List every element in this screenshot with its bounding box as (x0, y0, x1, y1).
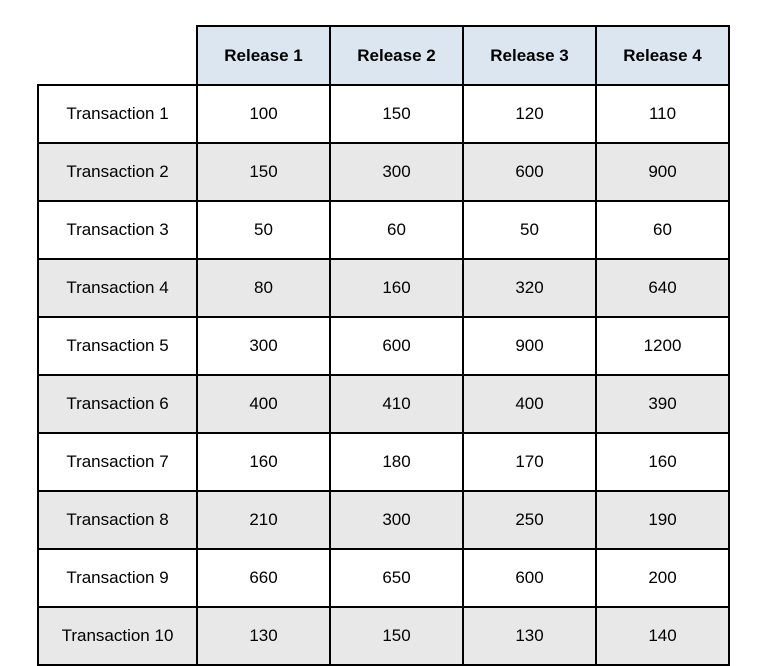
header-row: Release 1 Release 2 Release 3 Release 4 (38, 25, 730, 86)
row-header-label: Transaction 10 (37, 606, 198, 666)
table-header: Release 1 Release 2 Release 3 Release 4 (38, 25, 730, 86)
table-cell: 170 (462, 432, 597, 492)
row-header-label: Transaction 9 (37, 548, 198, 608)
table-cell: 390 (595, 374, 730, 434)
table-row: Transaction 6 400 410 400 390 (37, 374, 730, 434)
table-cell: 160 (595, 432, 730, 492)
table-row: Transaction 10 130 150 130 140 (37, 606, 730, 666)
table-cell: 300 (329, 490, 464, 550)
table-row: Transaction 4 80 160 320 640 (37, 258, 730, 318)
table-cell: 300 (196, 316, 331, 376)
table-cell: 650 (329, 548, 464, 608)
table-cell: 200 (595, 548, 730, 608)
table-cell: 50 (462, 200, 597, 260)
row-header-label: Transaction 4 (37, 258, 198, 318)
table-cell: 640 (595, 258, 730, 318)
row-header-label: Transaction 1 (37, 84, 198, 144)
row-header-label: Transaction 7 (37, 432, 198, 492)
table-cell: 150 (329, 606, 464, 666)
table-cell: 80 (196, 258, 331, 318)
table-cell: 180 (329, 432, 464, 492)
table-cell: 600 (329, 316, 464, 376)
table-cell: 110 (595, 84, 730, 144)
table-row: Transaction 5 300 600 900 1200 (37, 316, 730, 376)
table-row: Transaction 7 160 180 170 160 (37, 432, 730, 492)
column-header-release-2: Release 2 (329, 25, 464, 86)
column-header-release-3: Release 3 (462, 25, 597, 86)
row-header-label: Transaction 6 (37, 374, 198, 434)
table-cell: 210 (196, 490, 331, 550)
table-row: Transaction 9 660 650 600 200 (37, 548, 730, 608)
table-cell: 660 (196, 548, 331, 608)
table-cell: 60 (329, 200, 464, 260)
table-row: Transaction 1 100 150 120 110 (37, 84, 730, 144)
column-header-release-1: Release 1 (196, 25, 331, 86)
table-cell: 140 (595, 606, 730, 666)
corner-cell (38, 26, 197, 85)
table-row: Transaction 2 150 300 600 900 (37, 142, 730, 202)
table-cell: 410 (329, 374, 464, 434)
table-row: Transaction 8 210 300 250 190 (37, 490, 730, 550)
table-body: Transaction 1 100 150 120 110 Transaction 2 15… (37, 84, 730, 666)
table-cell: 320 (462, 258, 597, 318)
table-cell: 160 (329, 258, 464, 318)
table-cell: 400 (462, 374, 597, 434)
table-cell: 1200 (595, 316, 730, 376)
table-cell: 150 (196, 142, 331, 202)
table-cell: 300 (329, 142, 464, 202)
table-cell: 150 (329, 84, 464, 144)
table-cell: 130 (196, 606, 331, 666)
table-cell: 900 (462, 316, 597, 376)
table-cell: 400 (196, 374, 331, 434)
table-cell: 250 (462, 490, 597, 550)
table-cell: 50 (196, 200, 331, 260)
row-header-label: Transaction 3 (37, 200, 198, 260)
table-cell: 160 (196, 432, 331, 492)
table-cell: 900 (595, 142, 730, 202)
table-cell: 100 (196, 84, 331, 144)
table-cell: 600 (462, 142, 597, 202)
table-cell: 130 (462, 606, 597, 666)
row-header-label: Transaction 8 (37, 490, 198, 550)
table-cell: 60 (595, 200, 730, 260)
transactions-release-table: Release 1 Release 2 Release 3 Release 4 … (37, 25, 730, 666)
row-header-label: Transaction 5 (37, 316, 198, 376)
table-cell: 120 (462, 84, 597, 144)
table-cell: 190 (595, 490, 730, 550)
table-row: Transaction 3 50 60 50 60 (37, 200, 730, 260)
table-container: Release 1 Release 2 Release 3 Release 4 … (37, 25, 730, 666)
row-header-label: Transaction 2 (37, 142, 198, 202)
table-cell: 600 (462, 548, 597, 608)
column-header-release-4: Release 4 (595, 25, 730, 86)
